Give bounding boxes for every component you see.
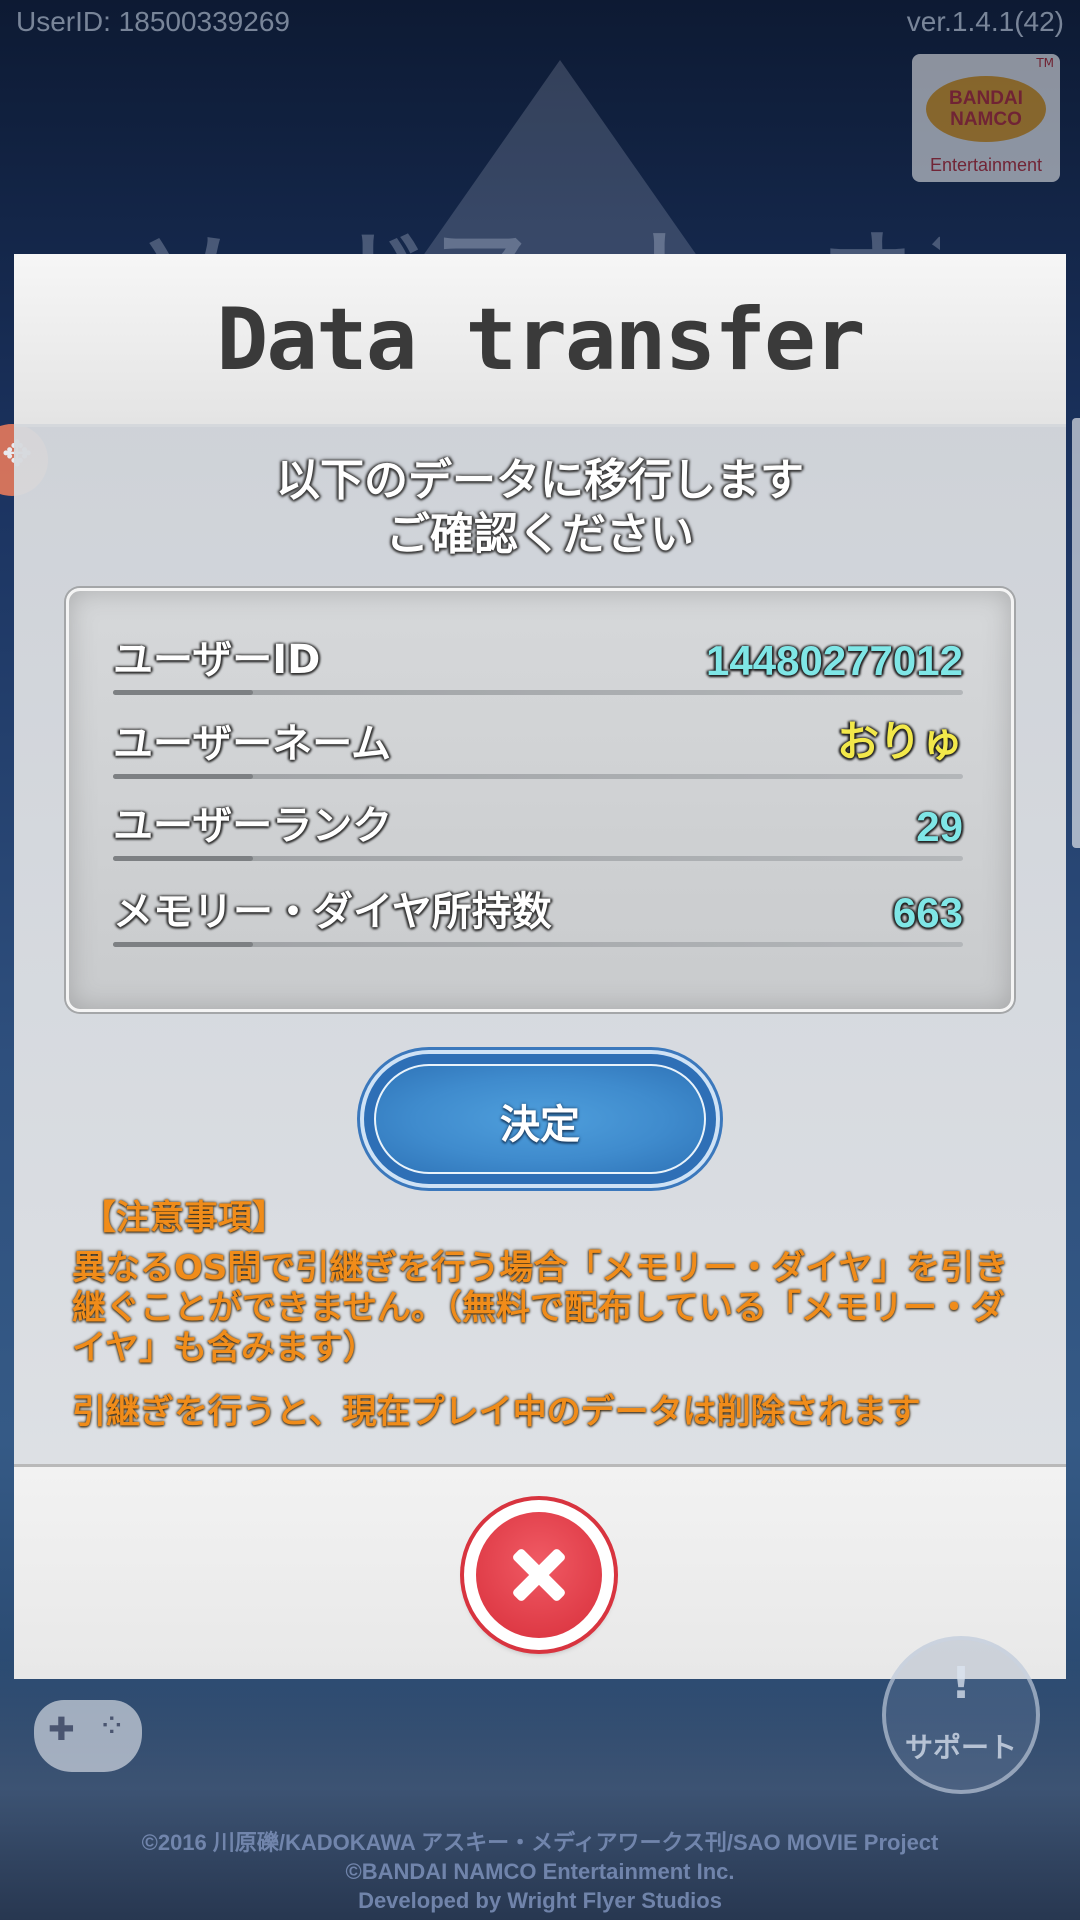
info-label: ユーザーネーム	[113, 721, 391, 767]
version-label: ver.1.4.1(42)	[906, 6, 1064, 37]
info-label: ユーザーランク	[113, 803, 393, 849]
copyright-line3: Developed by Wright Flyer Studios	[358, 1888, 722, 1913]
logo-wordmark: BANDAI NAMCO	[912, 88, 1060, 130]
info-row-user-rank: ユーザーランク 29	[113, 791, 963, 861]
info-value: 663	[892, 889, 963, 936]
confirm-message-line1: 以下のデータに移行します	[276, 455, 804, 506]
user-id-label: UserID: 18500339269	[16, 6, 290, 37]
confirm-message: 以下のデータに移行します ご確認ください	[14, 454, 1066, 562]
right-edge-handle	[1072, 418, 1080, 848]
confirm-button-label: 決定	[500, 1102, 580, 1148]
copyright-line2: ©BANDAI NAMCO Entertainment Inc.	[345, 1859, 735, 1884]
info-label: ユーザーID	[113, 637, 321, 683]
info-value: 14480277012	[706, 637, 963, 684]
logo-line2: NAMCO	[950, 109, 1022, 130]
row-divider	[113, 774, 963, 779]
info-row-memory-diamonds: メモリー・ダイヤ所持数 663	[113, 877, 963, 947]
copyright-line1: ©2016 川原礫/KADOKAWA アスキー・メディアワークス刊/SAO MO…	[141, 1830, 939, 1855]
logo-tm: TM	[1036, 56, 1054, 70]
dialog-header: Data transfer	[14, 254, 1066, 427]
info-row-user-id: ユーザーID 14480277012	[113, 625, 963, 695]
account-info-panel: ユーザーID 14480277012 ユーザーネーム おりゅ ユーザーランク 2…	[66, 588, 1014, 1012]
info-row-user-name: ユーザーネーム おりゅ	[113, 709, 963, 779]
confirm-button[interactable]: 決定	[364, 1054, 716, 1184]
info-label: メモリー・ダイヤ所持数	[113, 889, 552, 935]
exclamation-icon: !	[950, 1658, 972, 1709]
close-button[interactable]	[464, 1500, 614, 1650]
row-divider	[113, 690, 963, 695]
logo-line1: BANDAI	[949, 88, 1023, 109]
notice-warning: 引継ぎを行うと、現在プレイ中のデータは削除されます	[72, 1392, 921, 1432]
gamepad-icon[interactable]	[34, 1700, 142, 1772]
info-value: おりゅ	[836, 718, 963, 765]
bandai-namco-logo: TM BANDAI NAMCO Entertainment	[912, 54, 1060, 182]
close-icon	[476, 1512, 602, 1638]
support-label: サポート	[904, 1731, 1017, 1764]
logo-entertainment: Entertainment	[929, 155, 1043, 175]
notice-body: 異なるOS間で引継ぎを行う場合「メモリー・ダイヤ」を引き継ぐことができません。（…	[72, 1248, 1009, 1368]
dialog-title: Data transfer	[216, 290, 865, 390]
support-button[interactable]: ! サポート	[882, 1636, 1040, 1794]
row-divider	[113, 942, 963, 947]
row-divider	[113, 856, 963, 861]
notice-heading: 【注意事項】	[82, 1198, 286, 1238]
copyright-notice: ©2016 川原礫/KADOKAWA アスキー・メディアワークス刊/SAO MO…	[0, 1828, 1080, 1915]
info-value: 29	[916, 803, 963, 850]
confirm-message-line2: ご確認ください	[386, 509, 694, 560]
